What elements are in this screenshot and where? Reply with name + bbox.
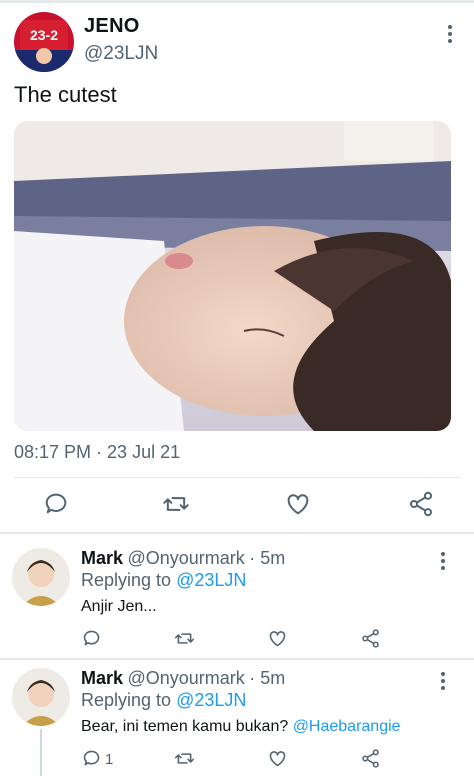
reply-avatar[interactable] <box>12 548 70 606</box>
replying-to-handle[interactable]: @23LJN <box>176 570 246 590</box>
reply-avatar[interactable] <box>12 668 70 726</box>
share-icon[interactable] <box>407 490 435 518</box>
retweet-icon[interactable] <box>162 490 190 518</box>
divider <box>14 477 460 478</box>
share-icon[interactable] <box>360 748 381 769</box>
replying-to-label: Replying to <box>81 570 177 590</box>
thread-line <box>40 729 42 776</box>
reply-author-handle[interactable]: @Onyourmark <box>127 548 244 568</box>
author-avatar[interactable]: 23-2 <box>14 12 74 72</box>
reply-icon[interactable] <box>81 748 102 769</box>
reply-mention[interactable]: @Haebarangie <box>293 718 401 735</box>
more-icon[interactable] <box>441 552 447 573</box>
share-icon[interactable] <box>360 628 381 649</box>
jersey-number: 23-2 <box>30 27 58 43</box>
reply-count: 1 <box>105 751 114 768</box>
like-icon[interactable] <box>284 490 312 518</box>
author-handle[interactable]: @23LJN <box>84 43 158 65</box>
reply-icon[interactable] <box>42 490 70 518</box>
replying-to-label: Replying to <box>81 690 177 710</box>
author-name[interactable]: JENO <box>84 15 140 38</box>
more-icon[interactable] <box>448 25 454 46</box>
retweet-icon[interactable] <box>174 628 195 649</box>
more-icon[interactable] <box>441 672 447 693</box>
tweet-text: The cutest <box>14 82 117 107</box>
replying-to-handle[interactable]: @23LJN <box>176 690 246 710</box>
top-divider <box>0 0 474 3</box>
reply-text: Bear, ini temen kamu bukan? <box>81 718 293 735</box>
retweet-icon[interactable] <box>174 748 195 769</box>
reply-text: Anjir Jen... <box>81 598 157 615</box>
divider <box>0 658 474 660</box>
like-icon[interactable] <box>267 748 288 769</box>
divider <box>0 532 474 534</box>
tweet-photo[interactable] <box>14 121 451 431</box>
reply-time: · 5m <box>249 668 286 688</box>
reply-icon[interactable] <box>81 628 102 649</box>
reply-time: · 5m <box>249 548 286 568</box>
like-icon[interactable] <box>267 628 288 649</box>
reply-author-name[interactable]: Mark <box>81 548 123 568</box>
reply-author-name[interactable]: Mark <box>81 668 123 688</box>
reply-author-handle[interactable]: @Onyourmark <box>127 668 244 688</box>
tweet-timestamp: 08:17 PM · 23 Jul 21 <box>14 442 181 462</box>
